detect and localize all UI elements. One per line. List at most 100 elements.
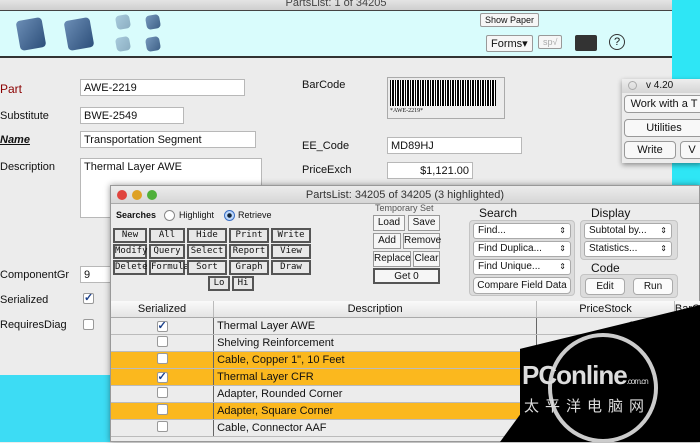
description-cell: Shelving Reinforcement	[213, 334, 538, 352]
column-header[interactable]: PriceStock	[536, 301, 675, 318]
add-button[interactable]: Add	[373, 233, 401, 249]
hi-button[interactable]: Hi	[232, 276, 254, 291]
serialized-checkbox[interactable]: ✓	[156, 371, 168, 383]
remove-button[interactable]: Remove	[403, 233, 441, 249]
select-arrows-icon: ⇕	[559, 226, 566, 235]
forms-menu[interactable]: Forms▾	[486, 35, 533, 52]
subtotal-label: Subtotal by...	[589, 225, 647, 236]
edit-button[interactable]: Edit	[585, 278, 625, 295]
v-button[interactable]: V	[680, 141, 700, 159]
cmd-button-delete[interactable]: Delete	[113, 260, 148, 275]
replace-button[interactable]: Replace	[373, 251, 411, 267]
save-button[interactable]: Save	[408, 215, 440, 231]
get-button[interactable]: Get 0	[373, 268, 440, 284]
serialized-label: Serialized	[0, 294, 49, 306]
cmd-button-all[interactable]: All	[149, 228, 185, 243]
cmd-button-new[interactable]: New	[113, 228, 147, 243]
compare-field-data-button[interactable]: Compare Field Data	[473, 277, 571, 294]
window-title: PartsList: 34205 of 34205 (3 highlighted…	[305, 189, 505, 201]
serialized-checkbox[interactable]	[156, 335, 168, 347]
cmd-button-view[interactable]: View	[271, 244, 311, 259]
run-button[interactable]: Run	[633, 278, 673, 295]
select-arrows-icon: ⇕	[559, 244, 566, 253]
cmd-button-report[interactable]: Report	[229, 244, 269, 259]
ee-code-field[interactable]: MD89HJ	[387, 137, 522, 154]
cmd-button-draw[interactable]: Draw	[271, 260, 311, 275]
display-title: Display	[591, 206, 631, 220]
back-window-titlebar: PartsList: 1 of 34205	[0, 0, 672, 10]
find-duplicates-label: Find Duplica...	[478, 243, 542, 254]
cmd-button-modify[interactable]: Modify	[113, 244, 148, 259]
description-cell: Thermal Layer AWE	[213, 317, 538, 335]
cmd-button-query[interactable]: Query	[149, 244, 185, 259]
next-record-icon[interactable]	[144, 13, 162, 31]
component-label: ComponentGr	[0, 269, 70, 281]
cmd-button-select[interactable]: Select	[187, 244, 227, 259]
printer-icon[interactable]	[575, 35, 597, 51]
palette-close-icon[interactable]	[628, 81, 637, 90]
work-with-button[interactable]: Work with a T	[624, 95, 700, 113]
load-button[interactable]: Load	[373, 215, 405, 231]
toolbar: Show Paper Forms▾ sp√ ?	[0, 10, 672, 58]
find-unique-select[interactable]: Find Unique... ⇕	[473, 259, 571, 275]
serialized-checkbox[interactable]	[156, 403, 168, 415]
cmd-button-graph[interactable]: Graph	[229, 260, 269, 275]
serialized-checkbox[interactable]	[156, 420, 168, 432]
component-field[interactable]: 9	[80, 266, 112, 283]
last-record-icon[interactable]	[144, 35, 162, 53]
cmd-button-write[interactable]: Write	[271, 228, 311, 243]
select-arrows-icon: ⇕	[660, 244, 667, 253]
name-field[interactable]: Transportation Segment	[80, 131, 256, 148]
utilities-button[interactable]: Utilities	[624, 119, 700, 137]
cmd-button-hide[interactable]: Hide	[187, 228, 227, 243]
requires-diag-checkbox[interactable]	[83, 319, 94, 330]
delete-record-icon[interactable]	[15, 16, 47, 52]
part-field[interactable]: AWE-2219	[80, 79, 245, 96]
subtotal-select[interactable]: Subtotal by... ⇕	[584, 223, 672, 239]
prev-record-icon[interactable]	[114, 13, 132, 31]
cmd-button-print[interactable]: Print	[229, 228, 269, 243]
spell-check-button[interactable]: sp√	[538, 35, 563, 49]
help-button[interactable]: ?	[609, 34, 625, 50]
lo-button[interactable]: Lo	[208, 276, 230, 291]
column-header[interactable]: Serialized	[111, 301, 215, 318]
searches-label: Searches	[116, 210, 157, 220]
column-header[interactable]: Description	[213, 301, 538, 318]
serialized-checkbox[interactable]: ✓	[83, 293, 94, 304]
find-label: Find...	[478, 225, 506, 236]
retrieve-radio[interactable]	[224, 210, 235, 221]
barcode-label: BarCode	[302, 79, 346, 91]
zoom-icon[interactable]	[147, 190, 157, 200]
serialized-checkbox[interactable]	[156, 386, 168, 398]
name-label: Name	[0, 134, 30, 146]
watermark-brand-text: PConline	[522, 360, 628, 390]
temp-set-title: Temporary Set	[375, 203, 434, 213]
close-icon[interactable]	[117, 190, 127, 200]
first-record-icon[interactable]	[114, 35, 132, 53]
serialized-cell	[111, 402, 215, 420]
highlight-label: Highlight	[179, 210, 215, 220]
front-window-titlebar: PartsList: 34205 of 34205 (3 highlighted…	[111, 186, 699, 204]
clear-button[interactable]: Clear	[413, 251, 440, 267]
minimize-icon[interactable]	[132, 190, 142, 200]
part-label: Part	[0, 82, 23, 96]
edit-record-icon[interactable]	[63, 16, 95, 52]
barcode-image: *AWE-2219*	[387, 77, 505, 119]
cmd-button-sort[interactable]: Sort	[187, 260, 227, 275]
find-duplicates-select[interactable]: Find Duplica... ⇕	[473, 241, 571, 257]
serialized-checkbox[interactable]	[156, 352, 168, 364]
write-button[interactable]: Write	[624, 141, 676, 159]
statistics-select[interactable]: Statistics... ⇕	[584, 241, 672, 257]
description-cell: Cable, Copper 1", 10 Feet	[213, 351, 538, 369]
find-unique-label: Find Unique...	[478, 261, 541, 272]
utility-palette: v 4.20 Work with a T Utilities Write V	[622, 79, 700, 163]
find-select[interactable]: Find... ⇕	[473, 223, 571, 239]
highlight-radio[interactable]	[164, 210, 175, 221]
price-exch-field[interactable]: $1,121.00	[387, 162, 473, 179]
cmd-button-formula[interactable]: Formula	[149, 260, 189, 275]
serialized-cell	[111, 334, 215, 352]
substitute-field[interactable]: BWE-2549	[80, 107, 184, 124]
show-paper-button[interactable]: Show Paper	[480, 13, 540, 27]
forms-label: Forms	[491, 38, 523, 50]
serialized-checkbox[interactable]: ✓	[156, 320, 168, 332]
